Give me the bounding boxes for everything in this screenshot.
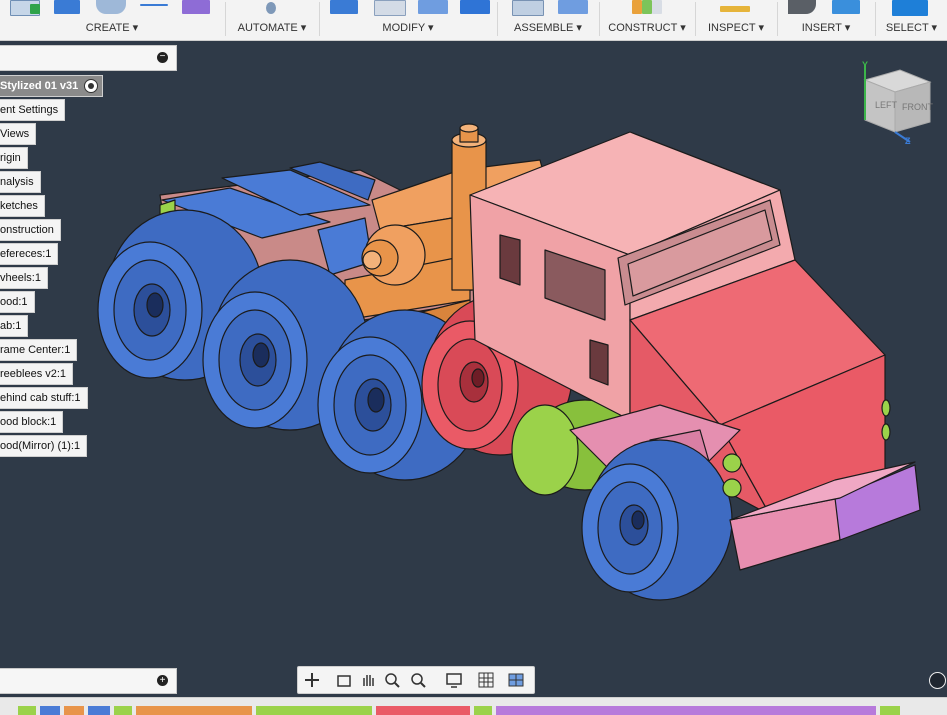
grid-icon[interactable] — [476, 670, 496, 690]
joint-icon[interactable] — [558, 0, 588, 14]
create-group[interactable]: CREATE ▾ — [0, 0, 224, 40]
modify-group[interactable]: MODIFY ▾ — [320, 0, 496, 40]
look-at-icon[interactable] — [334, 670, 354, 690]
automate-icon[interactable] — [266, 2, 276, 14]
insert-image-icon[interactable] — [832, 0, 860, 14]
browser-node[interactable]: ehind cab stuff:1 — [0, 387, 88, 409]
active-radio-icon[interactable] — [84, 79, 99, 93]
comments-panel: + — [0, 668, 177, 694]
browser-node-label: nalysis — [0, 176, 34, 188]
refresh-icon[interactable] — [929, 672, 946, 689]
select-label[interactable]: SELECT ▾ — [876, 21, 947, 34]
browser-node[interactable]: efereces:1 — [0, 243, 59, 265]
assemble-group[interactable]: ASSEMBLE ▾ — [498, 0, 598, 40]
browser-node[interactable]: ketches — [0, 195, 45, 217]
browser-node[interactable]: ent Settings — [0, 99, 66, 121]
shell-icon[interactable] — [460, 0, 490, 14]
fit-icon[interactable] — [408, 670, 428, 690]
automate-label[interactable]: AUTOMATE ▾ — [226, 21, 318, 34]
browser-node[interactable]: rame Center:1 — [0, 339, 78, 361]
z-axis-label: Z — [905, 136, 911, 146]
browser-node[interactable]: ood(Mirror) (1):1 — [0, 435, 88, 457]
canvas-viewport[interactable] — [0, 41, 947, 697]
plus-icon — [30, 4, 40, 14]
orbit-icon[interactable] — [302, 670, 322, 690]
pan-icon[interactable] — [358, 670, 378, 690]
plane-icon — [642, 0, 652, 14]
browser-node[interactable]: reeblees v2:1 — [0, 363, 74, 385]
measure-icon[interactable] — [720, 6, 750, 12]
plus-circle-icon[interactable]: + — [157, 675, 168, 686]
viewcube-front-face[interactable]: FRONT — [902, 102, 933, 112]
minus-circle-icon[interactable]: − — [157, 52, 168, 63]
sweep-icon[interactable] — [140, 4, 168, 6]
browser-node-label: ood(Mirror) (1):1 — [0, 440, 81, 452]
viewports-icon[interactable] — [506, 670, 526, 690]
insert-group[interactable]: INSERT ▾ — [778, 0, 874, 40]
browser-root-node[interactable]: Stylized 01 v31 — [0, 75, 104, 97]
browser-node[interactable]: vheels:1 — [0, 267, 48, 289]
browser-node-label: vheels:1 — [0, 272, 41, 284]
navigation-bar — [297, 666, 535, 694]
browser-node[interactable]: nalysis — [0, 171, 41, 193]
browser-node-label: ood block:1 — [0, 416, 57, 428]
viewcube[interactable]: LEFT FRONT Y Z — [855, 60, 945, 150]
box-icon[interactable] — [182, 0, 210, 14]
browser-header: − — [0, 45, 177, 71]
browser-root-label: Stylized 01 v31 — [0, 80, 79, 92]
inspect-group[interactable]: INSPECT ▾ — [696, 0, 776, 40]
axis-icon — [652, 0, 662, 14]
browser-node-label: ab:1 — [0, 320, 22, 332]
inspect-label[interactable]: INSPECT ▾ — [696, 21, 776, 34]
extrude-icon[interactable] — [54, 0, 80, 14]
browser-node-label: Views — [0, 128, 30, 140]
browser-node[interactable]: onstruction — [0, 219, 61, 241]
zoom-icon[interactable] — [382, 670, 402, 690]
browser-node[interactable]: rigin — [0, 147, 28, 169]
automate-group[interactable]: AUTOMATE ▾ — [226, 0, 318, 40]
browser-node-label: reeblees v2:1 — [0, 368, 67, 380]
create-label[interactable]: CREATE ▾ — [0, 21, 224, 34]
modify-label[interactable]: MODIFY ▾ — [320, 21, 496, 34]
browser-node-label: efereces:1 — [0, 248, 52, 260]
browser-node-label: rame Center:1 — [0, 344, 71, 356]
browser-node-label: ood:1 — [0, 296, 28, 308]
assemble-label[interactable]: ASSEMBLE ▾ — [498, 21, 598, 34]
select-icon[interactable] — [892, 0, 928, 16]
browser-node-label: onstruction — [0, 224, 54, 236]
construct-group[interactable]: CONSTRUCT ▾ — [600, 0, 694, 40]
select-group[interactable]: SELECT ▾ — [876, 0, 947, 40]
truck-model[interactable] — [0, 41, 947, 697]
toolbar: CREATE ▾ AUTOMATE ▾ MODIFY ▾ ASSEMBLE ▾ … — [0, 0, 947, 41]
browser-node[interactable]: ab:1 — [0, 315, 29, 337]
fillet-icon[interactable] — [374, 0, 406, 16]
browser-node-label: ent Settings — [0, 104, 59, 116]
new-component-icon[interactable] — [512, 0, 544, 16]
offset-plane-icon[interactable] — [632, 0, 642, 14]
construct-label[interactable]: CONSTRUCT ▾ — [600, 21, 694, 34]
viewcube-left-face[interactable]: LEFT — [875, 100, 897, 110]
timeline[interactable] — [0, 697, 947, 715]
browser-node[interactable]: ood:1 — [0, 291, 35, 313]
revolve-icon[interactable] — [96, 0, 126, 14]
browser-node-label: rigin — [0, 152, 21, 164]
browser-node[interactable]: Views — [0, 123, 37, 145]
y-axis-label: Y — [862, 60, 869, 70]
display-settings-icon[interactable] — [444, 670, 464, 690]
insert-derive-icon[interactable] — [788, 0, 816, 14]
chamfer-icon[interactable] — [418, 0, 448, 14]
browser-node[interactable]: ood block:1 — [0, 411, 64, 433]
press-pull-icon[interactable] — [330, 0, 358, 14]
insert-label[interactable]: INSERT ▾ — [778, 21, 874, 34]
browser-node-label: ehind cab stuff:1 — [0, 392, 81, 404]
browser-node-label: ketches — [0, 200, 38, 212]
